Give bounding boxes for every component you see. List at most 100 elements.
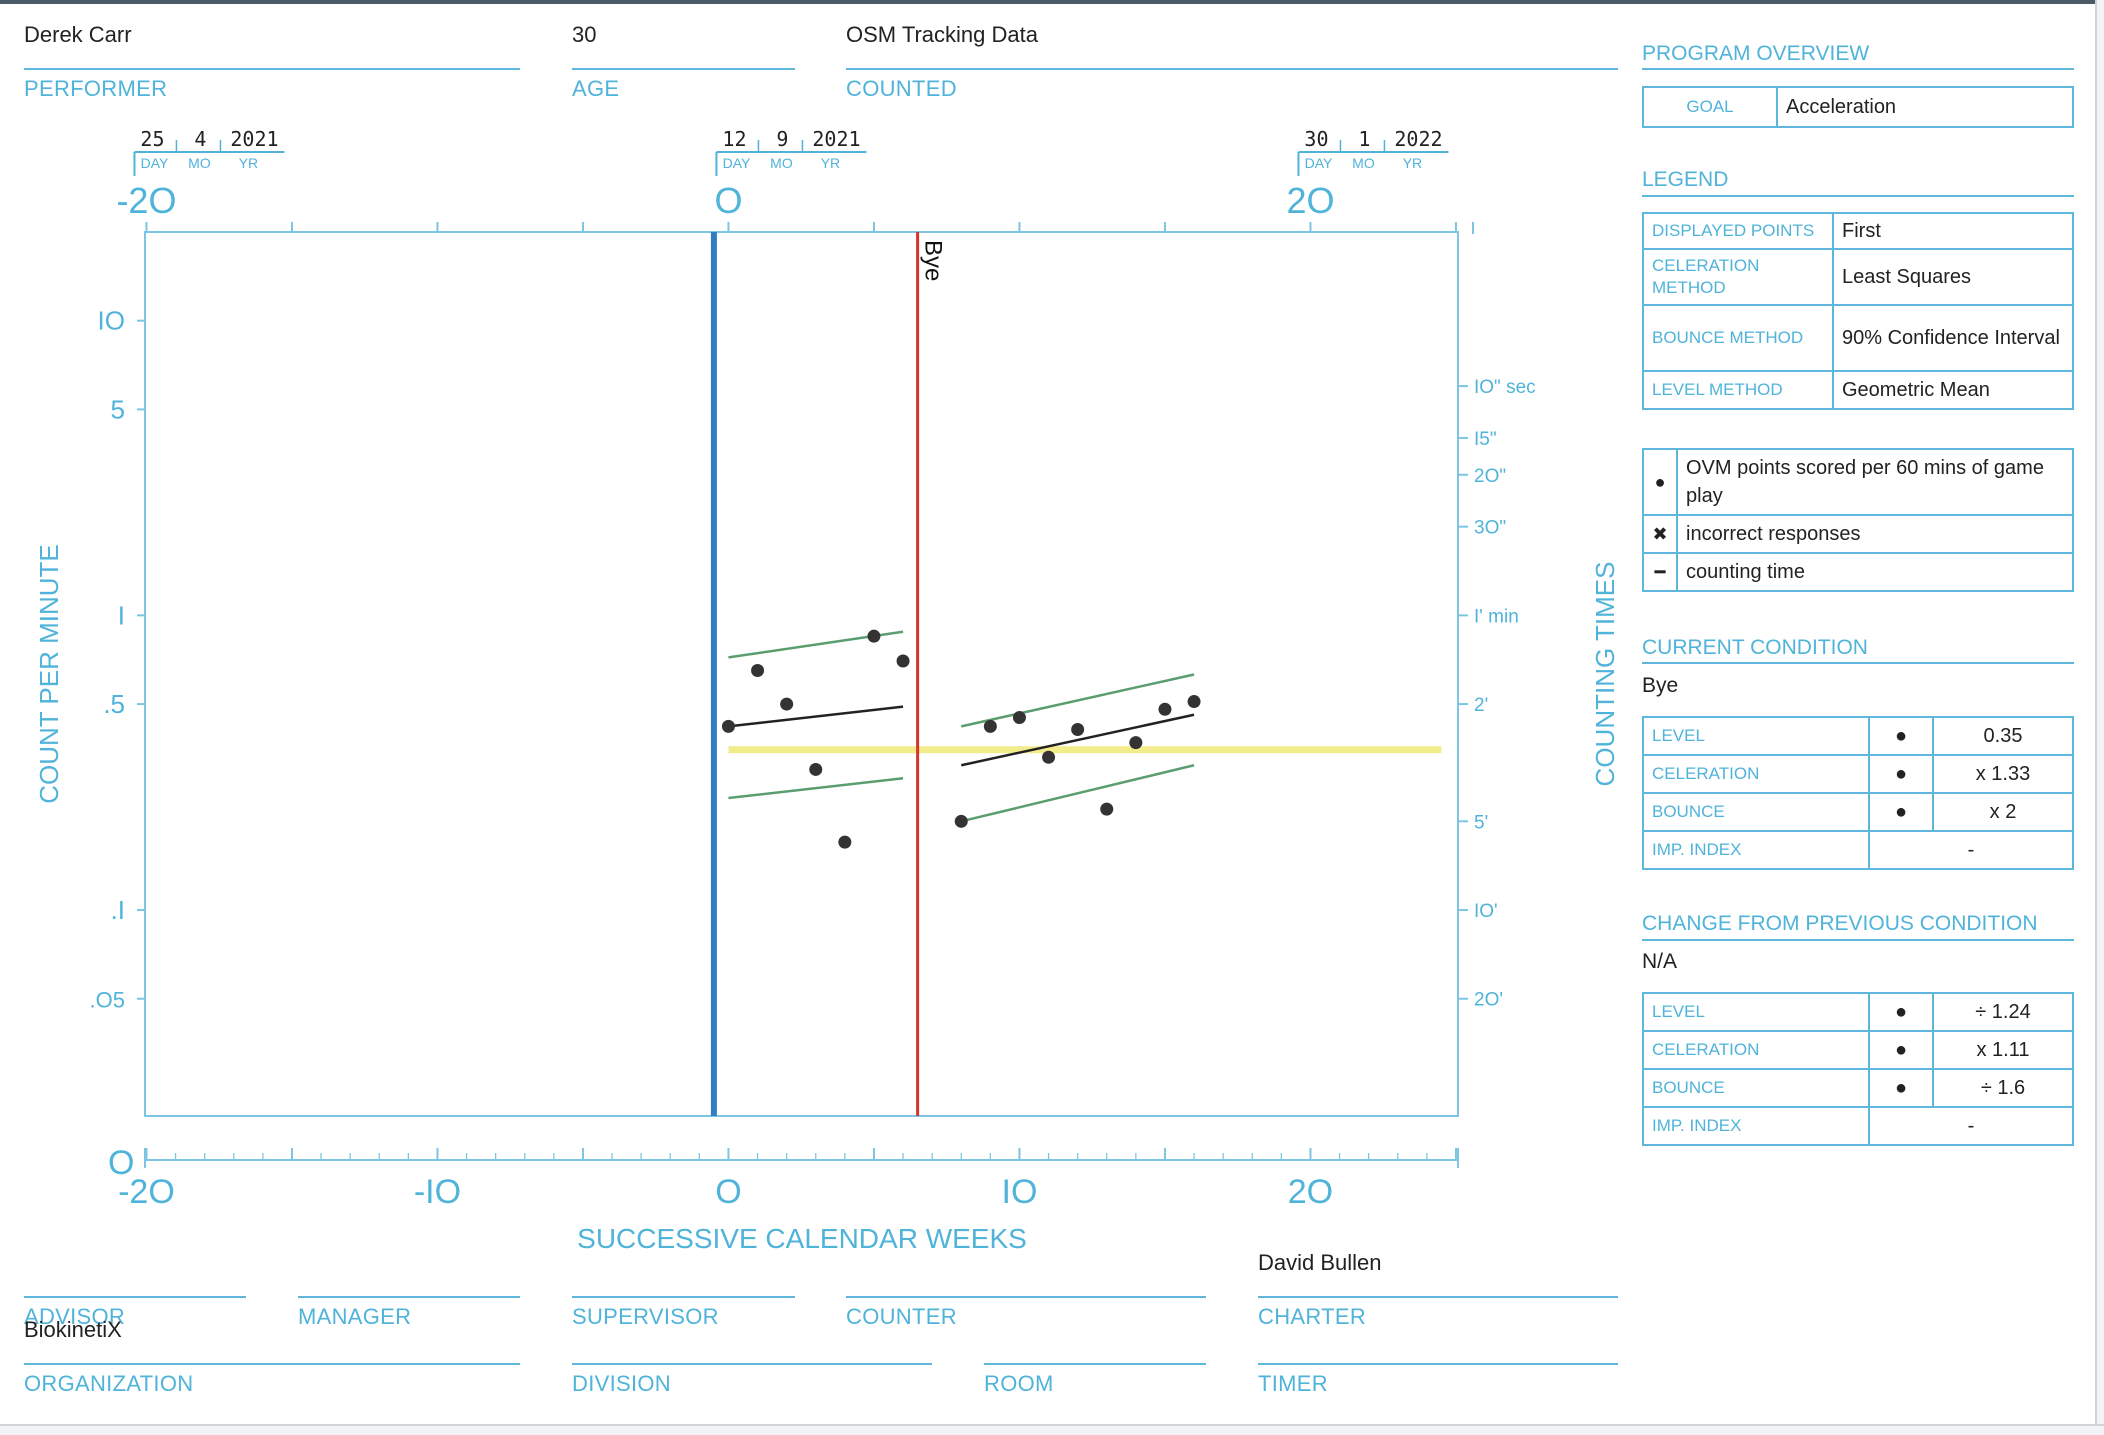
organization-label: ORGANIZATION <box>24 1371 194 1396</box>
x-tick-label: O <box>715 1173 741 1211</box>
right-tick-label: IO' <box>1474 901 1498 922</box>
data-point <box>1100 802 1114 816</box>
top-tick-label: -2O <box>116 180 176 221</box>
division-label: DIVISION <box>572 1371 671 1396</box>
date-month-label: MO <box>1352 155 1375 171</box>
condition-row-label: CELERATION <box>1642 1030 1870 1070</box>
legend-symbol-row: ✖ incorrect responses <box>1642 514 2074 554</box>
condition-row: CELERATION ● x 1.11 <box>1642 1030 2074 1070</box>
dot-icon: ● <box>1868 992 1934 1032</box>
current-condition-line <box>1642 662 2074 664</box>
goal-table: GOAL Acceleration <box>1642 86 2074 128</box>
condition-row-value: x 1.11 <box>1932 1030 2074 1070</box>
legend-line <box>1642 195 2074 197</box>
dot-icon: ● <box>1868 1030 1934 1070</box>
dot-icon: ● <box>1642 448 1678 516</box>
condition-row-value: - <box>1868 1106 2074 1146</box>
date-day-label: DAY <box>1305 155 1333 171</box>
data-point <box>1187 695 1201 709</box>
condition-row-label: CELERATION <box>1642 754 1870 794</box>
dash-icon: ━ <box>1642 552 1678 592</box>
legend-row-value[interactable]: Geometric Mean <box>1832 370 2074 410</box>
data-point <box>809 762 823 776</box>
right-tick-label: IO" sec <box>1474 377 1536 398</box>
organization-line <box>24 1363 520 1365</box>
legend-symbol-row: ● OVM points scored per 60 mins of game … <box>1642 448 2074 516</box>
legend-row: BOUNCE METHOD 90% Confidence Interval <box>1642 304 2074 372</box>
date-month: 1 <box>1358 127 1370 151</box>
data-point <box>1158 702 1172 716</box>
program-overview-line <box>1642 68 2074 70</box>
date-day: 25 <box>140 127 164 151</box>
y-tick-label: .O5 <box>90 988 125 1013</box>
condition-row: IMP. INDEX - <box>1642 1106 2074 1146</box>
charter-label: CHARTER <box>1258 1304 1367 1329</box>
change-condition-title: CHANGE FROM PREVIOUS CONDITION <box>1642 912 2038 935</box>
data-point <box>1042 750 1056 764</box>
dot-icon: ● <box>1868 792 1934 832</box>
date-month: 9 <box>776 127 788 151</box>
right-axis-title: COUNTING TIMES <box>1590 562 1620 787</box>
legend-row: DISPLAYED POINTS First <box>1642 212 2074 250</box>
condition-row-label: IMP. INDEX <box>1642 1106 1870 1146</box>
right-tick-label: 5' <box>1474 812 1488 833</box>
supervisor-label: SUPERVISOR <box>572 1304 719 1329</box>
condition-row: IMP. INDEX - <box>1642 830 2074 870</box>
legend-row-value[interactable]: First <box>1832 212 2074 250</box>
date-month-label: MO <box>770 155 793 171</box>
date-day: 30 <box>1304 127 1328 151</box>
legend-symbol-row: ━ counting time <box>1642 552 2074 592</box>
legend-row-label: CELERATION METHOD <box>1642 248 1834 306</box>
organization-value: BiokinetiX <box>24 1317 122 1342</box>
x-tick-label: 2O <box>1288 1173 1333 1211</box>
date-year: 2021 <box>812 127 860 151</box>
x-tick-label: -IO <box>414 1173 461 1211</box>
condition-row-label: LEVEL <box>1642 992 1870 1032</box>
legend-symbol-text: incorrect responses <box>1676 514 2074 554</box>
condition-row-value: 0.35 <box>1932 716 2074 756</box>
program-overview-title: PROGRAM OVERVIEW <box>1642 42 1870 65</box>
condition-row: CELERATION ● x 1.33 <box>1642 754 2074 794</box>
goal-value[interactable]: Acceleration <box>1776 86 2074 128</box>
dot-icon: ● <box>1868 1068 1934 1108</box>
manager-label: MANAGER <box>298 1304 412 1329</box>
legend-row-label: BOUNCE METHOD <box>1642 304 1834 372</box>
date-year-label: YR <box>1403 155 1422 171</box>
date-day-label: DAY <box>141 155 169 171</box>
current-condition-table: LEVEL ● 0.35 CELERATION ● x 1.33 BOUNCE … <box>1642 716 2074 870</box>
legend-row-value[interactable]: 90% Confidence Interval <box>1832 304 2074 372</box>
bottom-edge <box>0 1424 2104 1435</box>
condition-row-value: - <box>1868 830 2074 870</box>
condition-row-label: LEVEL <box>1642 716 1870 756</box>
change-condition-table: LEVEL ● ÷ 1.24 CELERATION ● x 1.11 BOUNC… <box>1642 992 2074 1146</box>
plot-frame <box>144 231 1459 1117</box>
date-month: 4 <box>194 127 206 151</box>
condition-row-value: x 2 <box>1932 792 2074 832</box>
date-year-label: YR <box>239 155 258 171</box>
y-tick-label: IO <box>98 306 125 336</box>
room-label: ROOM <box>984 1371 1054 1396</box>
top-tick-label: O <box>714 180 742 221</box>
right-tick-label: 2' <box>1474 695 1488 716</box>
y-tick-label: I <box>118 600 125 630</box>
change-condition-name: N/A <box>1642 950 1678 973</box>
y-axis-title: COUNT PER MINUTE <box>34 544 64 804</box>
legend-row-label: DISPLAYED POINTS <box>1642 212 1834 250</box>
counter-line <box>846 1296 1206 1298</box>
legend-row-label: LEVEL METHOD <box>1642 370 1834 410</box>
date-year: 2022 <box>1394 127 1442 151</box>
legend-row-value[interactable]: Least Squares <box>1832 248 2074 306</box>
manager-line <box>298 1296 520 1298</box>
right-tick-label: I' min <box>1474 606 1519 627</box>
data-point <box>896 654 910 668</box>
condition-row-label: IMP. INDEX <box>1642 830 1870 870</box>
celeration-line <box>960 713 1195 767</box>
condition-row: LEVEL ● ÷ 1.24 <box>1642 992 2074 1032</box>
condition-row: LEVEL ● 0.35 <box>1642 716 2074 756</box>
legend-symbols-table: ● OVM points scored per 60 mins of game … <box>1642 448 2074 592</box>
y-tick-label: 5 <box>111 394 125 424</box>
condition-row: BOUNCE ● ÷ 1.6 <box>1642 1068 2074 1108</box>
bounce-line <box>960 673 1195 728</box>
cross-icon: ✖ <box>1642 514 1678 554</box>
goal-label: GOAL <box>1642 86 1778 128</box>
